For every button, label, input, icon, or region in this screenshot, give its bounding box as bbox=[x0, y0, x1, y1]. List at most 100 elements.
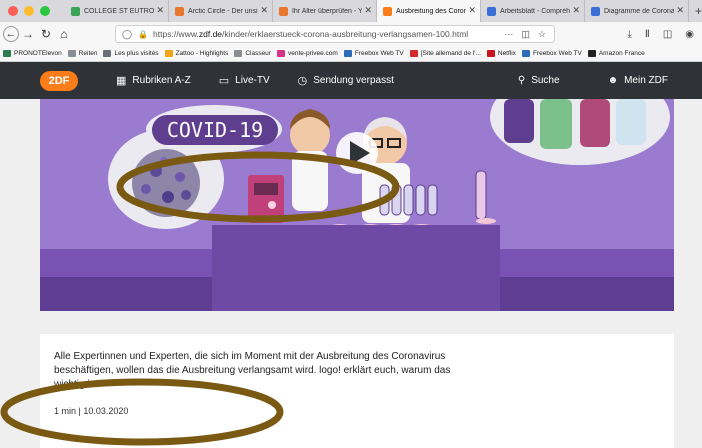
reload-button[interactable]: ↻ bbox=[37, 27, 55, 41]
navigation-bar: ← → ↻ ⌂ ◯ 🔒 https://www. zdf.de/kinder/er… bbox=[0, 22, 702, 46]
bookmark-label: Zattoo - Highlights bbox=[175, 50, 229, 57]
forward-button[interactable]: → bbox=[19, 27, 37, 41]
shield-icon[interactable]: ◯ bbox=[122, 29, 132, 40]
bookmark-item[interactable]: Reiten bbox=[67, 50, 98, 57]
tab-close-icon[interactable]: ✕ bbox=[676, 5, 684, 16]
tab-label: Diagramme de Coronav bbox=[603, 7, 674, 15]
tab-close-icon[interactable]: ✕ bbox=[468, 5, 476, 16]
clock-icon: ◷ bbox=[297, 75, 308, 87]
bookmark-item[interactable]: Freebox Web TV bbox=[521, 50, 582, 57]
url-domain: zdf.de bbox=[198, 29, 223, 39]
tab-close-icon[interactable]: ✕ bbox=[156, 5, 164, 16]
library-icon[interactable]: Ⅱ bbox=[645, 29, 650, 40]
bookmark-label: Amazon France bbox=[598, 50, 645, 57]
tab-close-icon[interactable]: ✕ bbox=[364, 5, 372, 16]
bookmark-item[interactable]: Zattoo - Highlights bbox=[164, 50, 229, 57]
window-controls bbox=[0, 6, 65, 16]
article-meta: 1 min | 10.03.2020 bbox=[54, 406, 129, 416]
bookmark-icon bbox=[486, 50, 495, 57]
video-player[interactable]: COVID-19 bbox=[40, 99, 674, 311]
browser-tab[interactable]: Arbeitsblatt - Compréhe ✕ bbox=[481, 0, 585, 22]
bookmark-item[interactable]: Amazon France bbox=[587, 50, 645, 57]
sidebar-icon[interactable]: ◫ bbox=[663, 29, 672, 40]
tab-label: Arctic Circle - Der unsi bbox=[187, 7, 258, 15]
article-card[interactable]: Alle Expertinnen und Experten, die sich … bbox=[40, 334, 674, 448]
browser-tab[interactable]: COLLEGE ST EUTROPE✕ bbox=[65, 0, 169, 22]
tab-favicon-icon bbox=[382, 6, 392, 16]
tab-favicon-icon bbox=[590, 6, 600, 16]
search-button[interactable]: ⚲ Suche bbox=[518, 75, 560, 86]
bookmark-star-icon[interactable]: ☆ bbox=[538, 29, 546, 40]
download-icon[interactable]: ⤓ bbox=[627, 29, 631, 40]
account-icon[interactable]: ◉ bbox=[685, 29, 694, 40]
profile-label: Mein ZDF bbox=[624, 75, 668, 86]
bookmark-label: PRONOTElevon bbox=[14, 50, 62, 57]
grid-icon: ▦ bbox=[116, 75, 127, 87]
tab-label: Ausbreitung des Corona bbox=[395, 7, 466, 15]
bookmark-item[interactable]: PRONOTElevon bbox=[3, 50, 62, 57]
virus-illustration bbox=[132, 149, 200, 217]
new-tab-button[interactable]: + bbox=[695, 4, 702, 18]
tab-favicon-icon bbox=[70, 6, 80, 16]
video-thumbnail: COVID-19 bbox=[40, 99, 674, 311]
bookmark-item[interactable]: [Site allemand de l'... bbox=[409, 50, 481, 57]
bookmark-item[interactable]: Netflix bbox=[486, 50, 516, 57]
home-button[interactable]: ⌂ bbox=[55, 27, 73, 41]
tab-label: Ihr Alter überprüfen - Y bbox=[291, 7, 362, 15]
bookmark-icon bbox=[521, 50, 530, 57]
bookmark-label: Netflix bbox=[497, 50, 516, 57]
nav-sendung-verpasst[interactable]: ◷ Sendung verpasst bbox=[298, 74, 394, 87]
bookmark-label: Classeur bbox=[245, 50, 271, 57]
back-button[interactable]: ← bbox=[3, 26, 19, 42]
browser-tab[interactable]: Ausbreitung des Corona ✕ bbox=[376, 0, 481, 22]
page-actions-button[interactable]: ··· bbox=[504, 29, 513, 40]
browser-tab[interactable]: Arctic Circle - Der unsi ✕ bbox=[169, 0, 273, 22]
bookmark-icon bbox=[587, 50, 596, 57]
monitor-icon: ▭ bbox=[218, 75, 230, 87]
nav-sendung-verpasst-label: Sendung verpasst bbox=[313, 75, 394, 86]
bookmark-label: Freebox Web TV bbox=[532, 50, 582, 57]
bookmark-label: vente-privee.com bbox=[287, 50, 338, 57]
browser-tab[interactable]: Diagramme de Coronav ✕ bbox=[585, 0, 689, 22]
bookmark-icon bbox=[234, 50, 243, 57]
pocket-icon[interactable]: ◫ bbox=[521, 29, 530, 40]
bookmark-icon bbox=[343, 50, 352, 57]
bookmark-icon bbox=[3, 50, 11, 57]
browser-tab[interactable]: Ihr Alter überprüfen - Y ✕ bbox=[273, 0, 377, 22]
tab-label: Arbeitsblatt - Compréhe bbox=[499, 7, 570, 15]
tab-bar: COLLEGE ST EUTROPE✕Arctic Circle - Der u… bbox=[0, 0, 702, 22]
bookmark-icon bbox=[164, 50, 173, 57]
zdf-logo[interactable]: 2DF bbox=[40, 70, 78, 91]
bookmark-item[interactable]: Les plus visités bbox=[103, 50, 159, 57]
tab-favicon-icon bbox=[174, 6, 184, 16]
bookmark-icon bbox=[103, 50, 112, 57]
search-label: Suche bbox=[531, 75, 560, 86]
url-path: /kinder/erklaerstueck-corona-ausbreitung… bbox=[222, 29, 469, 39]
bookmark-label: Reiten bbox=[78, 50, 98, 57]
bookmark-item[interactable]: Classeur bbox=[234, 50, 271, 57]
tab-label: COLLEGE ST EUTROPE bbox=[83, 7, 154, 15]
bookmark-icon bbox=[67, 50, 76, 57]
nav-rubriken[interactable]: ▦ Rubriken A-Z bbox=[116, 74, 191, 87]
bookmarks-toolbar: PRONOTElevon Reiten Les plus visités Zattoo… bbox=[0, 46, 702, 62]
tab-close-icon[interactable]: ✕ bbox=[572, 5, 580, 16]
covid-badge-text: COVID-19 bbox=[167, 118, 263, 142]
tab-close-icon[interactable]: ✕ bbox=[260, 5, 268, 16]
tab-favicon-icon bbox=[278, 6, 288, 16]
bookmark-label: [Site allemand de l'... bbox=[420, 50, 481, 57]
address-bar[interactable]: ◯ 🔒 https://www. zdf.de/kinder/erklaerstu… bbox=[115, 25, 555, 43]
close-window-button[interactable] bbox=[8, 6, 18, 16]
bookmark-item[interactable]: vente-privee.com bbox=[276, 50, 338, 57]
zdf-header: 2DF ▦ Rubriken A-Z ▭ Live-TV ◷ Sendung verp… bbox=[0, 62, 702, 99]
profile-button[interactable]: ☻ Mein ZDF bbox=[608, 75, 668, 86]
search-icon: ⚲ bbox=[517, 75, 526, 86]
minimize-window-button[interactable] bbox=[24, 6, 34, 16]
lock-icon[interactable]: 🔒 bbox=[138, 30, 148, 39]
nav-live-tv-label: Live-TV bbox=[235, 75, 270, 86]
bookmark-item[interactable]: Freebox Web TV bbox=[343, 50, 404, 57]
maximize-window-button[interactable] bbox=[40, 6, 50, 16]
bookmark-label: Freebox Web TV bbox=[354, 50, 404, 57]
profile-icon: ☻ bbox=[607, 75, 619, 86]
nav-live-tv[interactable]: ▭ Live-TV bbox=[219, 74, 270, 87]
bookmark-label: Les plus visités bbox=[114, 50, 159, 57]
